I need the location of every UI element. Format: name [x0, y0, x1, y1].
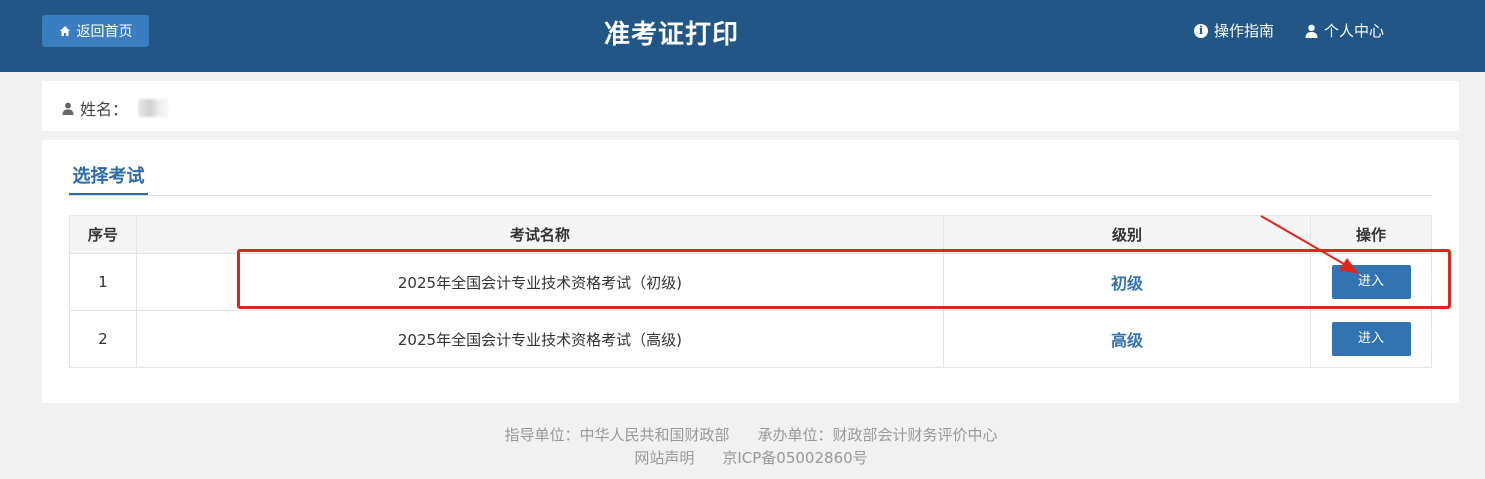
footer: 指导单位：中华人民共和国财政部 承办单位：财政部会计财务评价中心 网站声明 京ICP…: [0, 424, 1485, 470]
row-no: 1: [69, 253, 137, 311]
tab-divider: [69, 195, 1432, 196]
exam-panel: 选择考试 序号 考试名称 级别 操作 1 2025年全国会计专业技术资格考试（初…: [42, 140, 1459, 403]
table-row: 1 2025年全国会计专业技术资格考试（初级) 初级 进入: [69, 253, 1432, 311]
footer-line-2: 网站声明 京ICP备05002860号: [0, 447, 1485, 470]
user-info-bar: 姓名：: [42, 81, 1459, 131]
tab-select-exam[interactable]: 选择考试: [69, 164, 148, 196]
row-level: 初级: [942, 253, 1312, 311]
user-name-label: 姓名：: [80, 100, 129, 119]
footer-icp-link[interactable]: 京ICP备05002860号: [722, 449, 867, 467]
footer-statement-link[interactable]: 网站声明: [634, 449, 694, 467]
row-level: 高级: [942, 310, 1312, 368]
top-header: 返回首页 准考证打印 i 操作指南 个人中心: [0, 0, 1485, 72]
profile-link-label: 个人中心: [1324, 22, 1385, 40]
level-link[interactable]: 初级: [1111, 274, 1143, 293]
page-title: 准考证打印: [603, 20, 739, 50]
level-link[interactable]: 高级: [1111, 331, 1143, 350]
row-operation: 进入: [1310, 310, 1432, 368]
guide-link-label: 操作指南: [1214, 22, 1275, 40]
redacted-name: [138, 99, 169, 117]
table-header-row: 序号 考试名称 级别 操作: [69, 215, 1432, 254]
row-no: 2: [69, 310, 137, 368]
footer-host-unit: 承办单位：财政部会计财务评价中心: [757, 426, 998, 444]
header-name: 考试名称: [135, 215, 944, 254]
row-exam-name: 2025年全国会计专业技术资格考试（高级): [135, 310, 944, 368]
row-exam-name: 2025年全国会计专业技术资格考试（初级): [135, 253, 944, 311]
header-operation: 操作: [1310, 215, 1432, 254]
user-name: 姓名：: [62, 96, 169, 120]
enter-button[interactable]: 进入: [1331, 265, 1411, 299]
table-row: 2 2025年全国会计专业技术资格考试（高级) 高级 进入: [69, 310, 1432, 368]
header-level: 级别: [942, 215, 1312, 254]
info-icon: i: [1194, 23, 1208, 38]
user-icon: [1305, 24, 1318, 38]
profile-link[interactable]: 个人中心: [1305, 20, 1384, 41]
row-operation: 进入: [1310, 253, 1432, 311]
exam-table: 序号 考试名称 级别 操作 1 2025年全国会计专业技术资格考试（初级) 初级…: [69, 215, 1432, 368]
user-icon: [62, 102, 74, 115]
footer-guide-unit: 指导单位：中华人民共和国财政部: [504, 426, 730, 444]
guide-link[interactable]: i 操作指南: [1194, 20, 1274, 41]
footer-line-1: 指导单位：中华人民共和国财政部 承办单位：财政部会计财务评价中心: [0, 424, 1485, 447]
enter-button[interactable]: 进入: [1331, 322, 1411, 356]
header-no: 序号: [69, 215, 137, 254]
